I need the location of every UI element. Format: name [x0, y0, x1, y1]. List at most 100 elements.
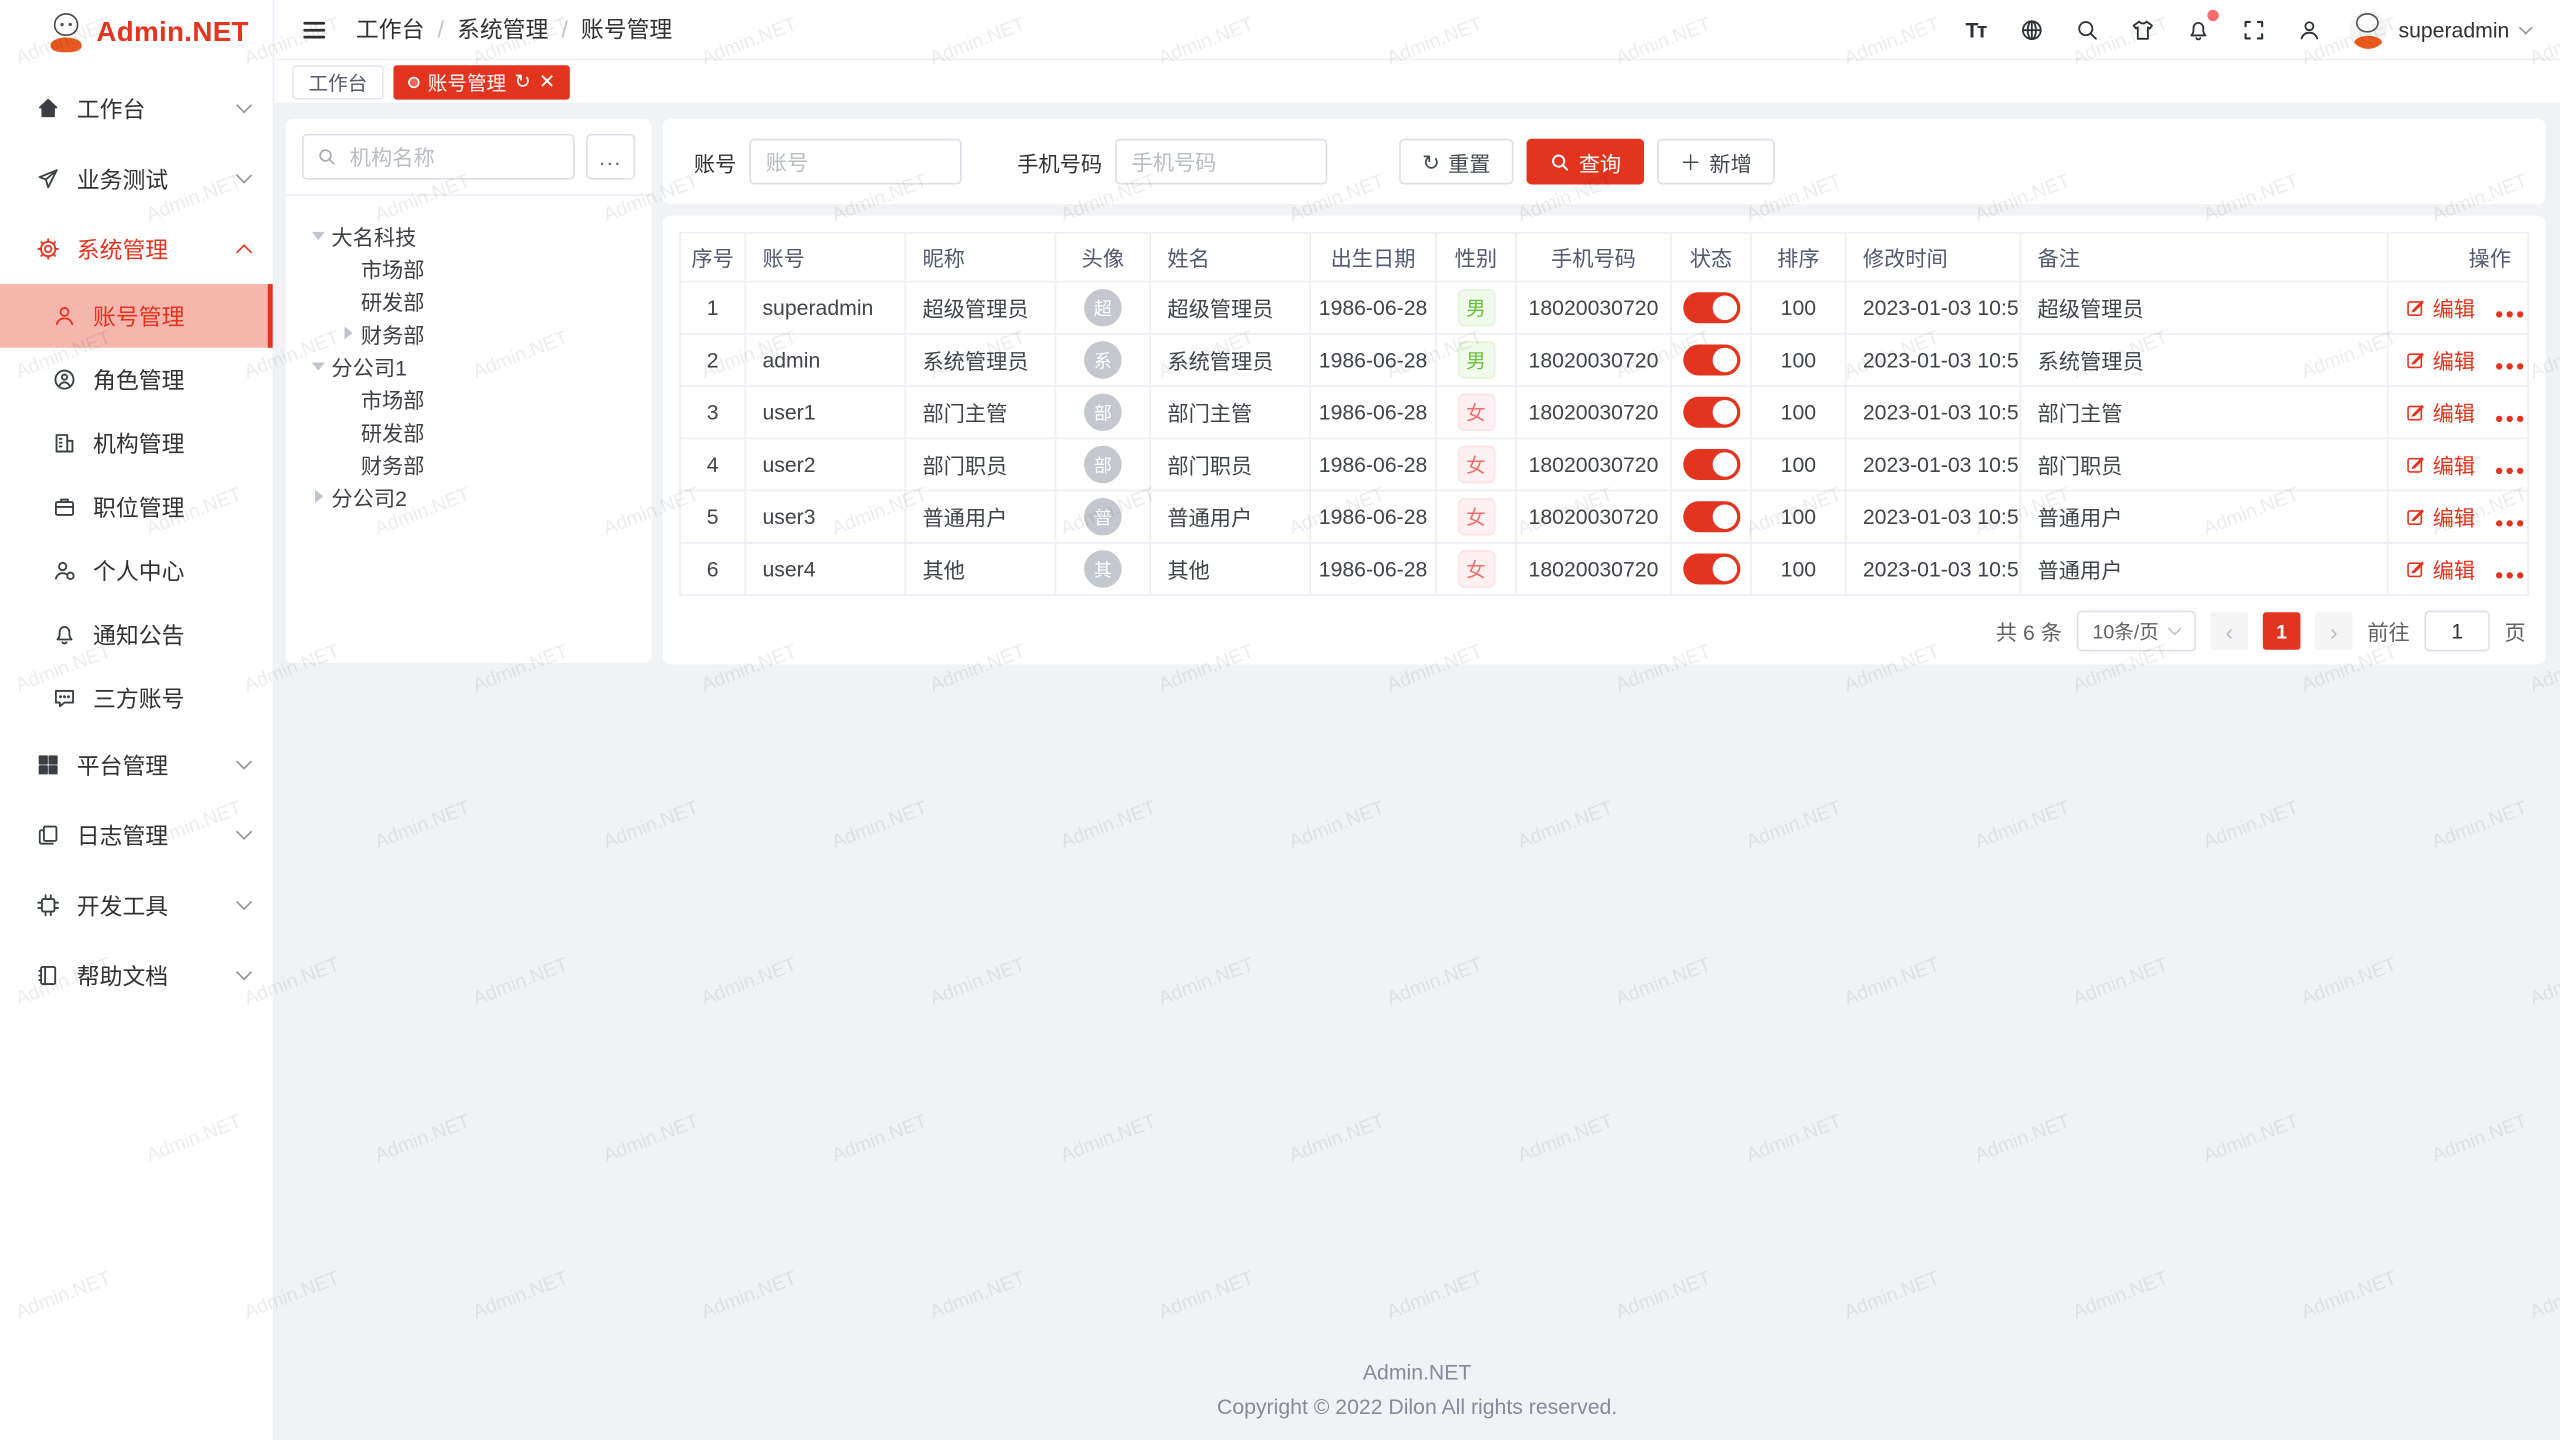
- fullscreen-icon[interactable]: [2238, 15, 2267, 44]
- goto-page-input[interactable]: [2424, 611, 2489, 652]
- font-size-icon[interactable]: Tт: [1961, 15, 1990, 44]
- edit-button[interactable]: 编辑: [2405, 292, 2475, 323]
- edit-button[interactable]: 编辑: [2405, 449, 2475, 480]
- logo-text: Admin.NET: [96, 16, 249, 49]
- column-header-昵称: 昵称: [905, 233, 1055, 282]
- sidebar-item-开发工具[interactable]: 开发工具: [0, 870, 273, 940]
- row-more-button[interactable]: ●●●: [2495, 410, 2527, 426]
- status-toggle[interactable]: [1682, 292, 1739, 323]
- notification-badge: [2207, 10, 2218, 21]
- page-size-select[interactable]: 10条/页: [2077, 611, 2196, 652]
- query-button[interactable]: 查询: [1526, 139, 1644, 185]
- sidebar-item-系统管理[interactable]: 系统管理: [0, 214, 273, 284]
- row-more-button[interactable]: ●●●: [2495, 305, 2527, 321]
- sidebar-item-职位管理[interactable]: 职位管理: [0, 475, 273, 539]
- sidebar-item-账号管理[interactable]: 账号管理: [0, 284, 273, 348]
- tabbar: 工作台账号管理↻✕: [274, 60, 2560, 104]
- reset-button[interactable]: ↻ 重置: [1399, 139, 1513, 185]
- account-label: 账号: [694, 146, 736, 177]
- tree-node-财务部[interactable]: 财务部: [305, 447, 641, 480]
- column-header-备注: 备注: [2020, 233, 2387, 282]
- language-icon[interactable]: [2016, 15, 2045, 44]
- org-tree: 大名科技市场部研发部财务部分公司1市场部研发部财务部分公司2: [286, 196, 652, 513]
- caret-collapsed-icon[interactable]: [314, 490, 322, 503]
- search-icon: [1549, 151, 1570, 172]
- edit-button[interactable]: 编辑: [2405, 553, 2475, 584]
- refresh-icon: ↻: [1422, 151, 1440, 172]
- tree-node-市场部[interactable]: 市场部: [305, 382, 641, 415]
- sidebar-item-业务测试[interactable]: 业务测试: [0, 144, 273, 214]
- search-icon: [317, 145, 337, 168]
- org-search-input[interactable]: [347, 143, 560, 171]
- chevron-down-icon: [236, 894, 252, 910]
- sidebar-item-日志管理[interactable]: 日志管理: [0, 800, 273, 870]
- status-toggle[interactable]: [1682, 397, 1739, 428]
- tree-node-分公司1[interactable]: 分公司1: [305, 349, 641, 382]
- sidebar-item-平台管理[interactable]: 平台管理: [0, 730, 273, 800]
- gender-badge: 女: [1457, 498, 1495, 536]
- app-root: Admin.NET 工作台业务测试系统管理账号管理角色管理机构管理职位管理个人中…: [0, 0, 2560, 1440]
- chevron-down-icon: [2519, 20, 2533, 34]
- sidebar-item-工作台[interactable]: 工作台: [0, 73, 273, 143]
- main-area: 工作台/系统管理/账号管理 Tтsuperadmin 工作台账号管理↻✕ ...…: [274, 0, 2560, 1440]
- search-icon[interactable]: [2072, 15, 2101, 44]
- sidebar-item-机构管理[interactable]: 机构管理: [0, 411, 273, 475]
- profile-icon: [51, 558, 77, 584]
- username: superadmin: [2398, 17, 2509, 41]
- row-more-button[interactable]: ●●●: [2495, 462, 2527, 478]
- edit-button[interactable]: 编辑: [2405, 344, 2475, 375]
- tab-refresh-icon[interactable]: ↻: [514, 72, 530, 92]
- tree-node-研发部[interactable]: 研发部: [305, 415, 641, 448]
- caret-expanded-icon[interactable]: [312, 362, 325, 370]
- tab-工作台[interactable]: 工作台: [292, 64, 383, 98]
- column-header-序号: 序号: [680, 233, 745, 282]
- tab-close-icon[interactable]: ✕: [539, 72, 555, 92]
- breadcrumb-item[interactable]: 账号管理: [581, 13, 672, 46]
- gear-icon: [34, 236, 60, 262]
- org-more-button[interactable]: ...: [586, 134, 635, 180]
- theme-icon[interactable]: [2127, 15, 2156, 44]
- tree-node-财务部[interactable]: 财务部: [305, 317, 641, 350]
- row-more-button[interactable]: ●●●: [2495, 567, 2527, 583]
- column-header-头像: 头像: [1056, 233, 1151, 282]
- status-toggle[interactable]: [1682, 501, 1739, 532]
- tree-node-研发部[interactable]: 研发部: [305, 284, 641, 317]
- tree-node-分公司2[interactable]: 分公司2: [305, 480, 641, 513]
- current-page[interactable]: 1: [2263, 612, 2301, 650]
- edit-button[interactable]: 编辑: [2405, 397, 2475, 428]
- page-unit-label: 页: [2504, 616, 2525, 647]
- chevron-down-icon: [236, 754, 252, 770]
- chevron-down-icon: [236, 167, 252, 183]
- collapse-menu-icon[interactable]: [300, 16, 328, 44]
- column-header-排序: 排序: [1751, 233, 1846, 282]
- add-button[interactable]: ＋ 新增: [1657, 139, 1775, 185]
- sidebar-item-三方账号[interactable]: 三方账号: [0, 666, 273, 730]
- account-input[interactable]: [749, 139, 961, 185]
- sidebar-item-个人中心[interactable]: 个人中心: [0, 539, 273, 603]
- prev-page-button[interactable]: ‹: [2211, 612, 2249, 650]
- status-toggle[interactable]: [1682, 553, 1739, 584]
- sidebar-item-帮助文档[interactable]: 帮助文档: [0, 940, 273, 1010]
- edit-button[interactable]: 编辑: [2405, 501, 2475, 532]
- sidebar-item-通知公告[interactable]: 通知公告: [0, 602, 273, 666]
- gender-badge: 男: [1457, 289, 1495, 327]
- profile-icon[interactable]: [2294, 15, 2323, 44]
- notification-icon[interactable]: [2183, 15, 2212, 44]
- tab-账号管理[interactable]: 账号管理↻✕: [393, 64, 570, 98]
- next-page-button[interactable]: ›: [2315, 612, 2353, 650]
- row-more-button[interactable]: ●●●: [2495, 358, 2527, 374]
- user-menu[interactable]: superadmin: [2349, 11, 2530, 49]
- caret-expanded-icon[interactable]: [312, 231, 325, 239]
- chat-icon: [51, 685, 77, 711]
- row-more-button[interactable]: ●●●: [2495, 514, 2527, 530]
- tree-node-大名科技[interactable]: 大名科技: [305, 219, 641, 252]
- phone-input[interactable]: [1115, 139, 1327, 185]
- breadcrumb-item[interactable]: 系统管理: [457, 13, 548, 46]
- sidebar-item-角色管理[interactable]: 角色管理: [0, 348, 273, 412]
- status-toggle[interactable]: [1682, 344, 1739, 375]
- chevron-up-icon: [236, 244, 252, 260]
- status-toggle[interactable]: [1682, 449, 1739, 480]
- caret-collapsed-icon[interactable]: [344, 327, 352, 340]
- tree-node-市场部[interactable]: 市场部: [305, 251, 641, 284]
- breadcrumb-item[interactable]: 工作台: [356, 13, 425, 46]
